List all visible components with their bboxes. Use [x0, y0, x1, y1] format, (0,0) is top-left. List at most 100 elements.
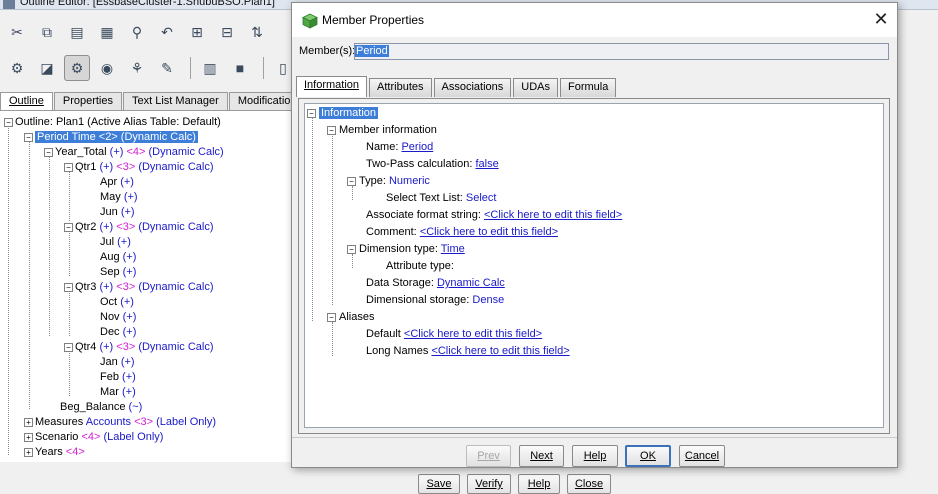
next-button[interactable]: Next	[519, 445, 564, 467]
prev-button[interactable]: Prev	[466, 445, 511, 467]
data-storage-value[interactable]: Dynamic Calc	[437, 277, 505, 289]
tree-item-beg-balance[interactable]: Beg_Balance (~)	[60, 400, 142, 415]
tree-item-jul[interactable]: Jul (+)	[100, 235, 131, 250]
tree-node-aliases[interactable]: − Aliases	[327, 310, 374, 324]
tab-information[interactable]: Information	[296, 76, 368, 97]
tree-item-may[interactable]: May (+)	[100, 190, 138, 205]
tree-connector	[69, 231, 70, 276]
tree-item-jan[interactable]: Jan (+)	[100, 355, 135, 370]
dimensional-storage-value[interactable]: Dense	[472, 294, 504, 306]
undo-icon[interactable]: ↶	[154, 19, 180, 45]
tree-node-information[interactable]: − Information	[307, 106, 379, 120]
cancel-button[interactable]: Cancel	[679, 445, 725, 467]
prop-name: Name: Period	[366, 141, 434, 153]
expand-icon[interactable]: +	[24, 448, 33, 457]
collapse-icon[interactable]: −	[44, 148, 53, 157]
add-child-icon[interactable]: ⊟	[214, 19, 240, 45]
tree-item-qtr2[interactable]: − Qtr2 (+) <3> (Dynamic Calc)	[64, 220, 214, 235]
tree-node-member-information[interactable]: − Member information	[327, 123, 437, 137]
save-button[interactable]: Save	[418, 474, 460, 494]
collapse-icon[interactable]: −	[4, 118, 13, 127]
member-properties-icon[interactable]: ⚙	[64, 55, 90, 81]
tree-item-sep[interactable]: Sep (+)	[100, 265, 136, 280]
tree-item-apr[interactable]: Apr (+)	[100, 175, 134, 190]
close-icon[interactable]: ✕	[871, 9, 891, 29]
tree-item-period[interactable]: − Period Time <2> (Dynamic Calc)	[24, 130, 198, 145]
attribute-icon[interactable]: ⚙	[4, 55, 30, 81]
tab-udas[interactable]: UDAs	[513, 78, 558, 97]
collapse-icon[interactable]: −	[64, 283, 73, 292]
tree-item-aug[interactable]: Aug (+)	[100, 250, 136, 265]
tree-item-dec[interactable]: Dec (+)	[100, 325, 136, 340]
collapse-icon[interactable]: −	[24, 133, 33, 142]
assoc-format-value[interactable]: <Click here to edit this field>	[484, 209, 622, 221]
edit-icon[interactable]: ✎	[154, 55, 180, 81]
tab-text-list-manager[interactable]: Text List Manager	[123, 92, 228, 110]
tab-attributes[interactable]: Attributes	[369, 78, 432, 97]
close-button[interactable]: Close	[567, 474, 611, 494]
tree-item-scenario[interactable]: + Scenario <4> (Label Only)	[24, 430, 163, 445]
prop-type[interactable]: − Type: Numeric	[347, 174, 430, 188]
alias-long-names-value[interactable]: <Click here to edit this field>	[431, 345, 569, 357]
name-value[interactable]: Period	[401, 141, 433, 153]
expand-icon[interactable]: +	[24, 433, 33, 442]
restructure-icon[interactable]: ■	[227, 55, 253, 81]
tree-item-qtr3[interactable]: − Qtr3 (+) <3> (Dynamic Calc)	[64, 280, 214, 295]
tree-item-oct[interactable]: Oct (+)	[100, 295, 134, 310]
tab-formula[interactable]: Formula	[560, 78, 617, 97]
dialog-titlebar[interactable]: Member Properties ✕	[292, 3, 897, 37]
copy-icon[interactable]: ⧉	[34, 19, 60, 45]
member-label: Member(s):	[299, 45, 356, 57]
dimension-type-value[interactable]: Time	[441, 243, 465, 255]
collapse-icon[interactable]: −	[64, 223, 73, 232]
add-sibling-icon[interactable]: ⊞	[184, 19, 210, 45]
tree-root[interactable]: − Outline: Plan1 (Active Alias Table: Def…	[4, 115, 221, 130]
dialog-title: Member Properties	[322, 13, 425, 27]
alias-default-value[interactable]: <Click here to edit this field>	[404, 328, 542, 340]
paste-icon[interactable]: ▤	[64, 19, 90, 45]
prop-dimension-type[interactable]: − Dimension type: Time	[347, 242, 465, 256]
tab-associations[interactable]: Associations	[433, 78, 512, 97]
tree-item-qtr1[interactable]: − Qtr1 (+) <3> (Dynamic Calc)	[64, 160, 214, 175]
type-value[interactable]: Numeric	[389, 175, 430, 187]
tab-properties[interactable]: Properties	[53, 92, 122, 110]
tree-item-mar[interactable]: Mar (+)	[100, 385, 136, 400]
collapse-icon[interactable]: −	[327, 313, 336, 322]
tree-item-jun[interactable]: Jun (+)	[100, 205, 135, 220]
collapse-icon[interactable]: −	[327, 126, 336, 135]
two-pass-value[interactable]: false	[475, 158, 498, 170]
tree-item-feb[interactable]: Feb (+)	[100, 370, 136, 385]
collapse-icon[interactable]: −	[307, 109, 316, 118]
member-icon[interactable]: ◪	[34, 55, 60, 81]
panel-icon[interactable]: ▥	[197, 55, 223, 81]
tab-outline[interactable]: Outline	[0, 92, 53, 110]
calc-icon[interactable]: ⚘	[124, 55, 150, 81]
information-panel: − Information − Member information Name: P…	[298, 98, 890, 434]
member-field[interactable]: Period	[354, 43, 889, 60]
tree-item-nov[interactable]: Nov (+)	[100, 310, 136, 325]
verify-button[interactable]: Verify	[467, 474, 511, 494]
collapse-icon[interactable]: −	[64, 343, 73, 352]
tree-item-qtr4[interactable]: − Qtr4 (+) <3> (Dynamic Calc)	[64, 340, 214, 355]
member-properties-dialog: Member Properties ✕ Member(s): Period In…	[291, 2, 898, 468]
collapse-icon[interactable]: −	[64, 163, 73, 172]
help-dialog-button[interactable]: Help	[572, 445, 618, 467]
collapse-icon[interactable]: −	[347, 245, 356, 254]
expand-icon[interactable]: +	[24, 418, 33, 427]
help-button[interactable]: Help	[518, 474, 560, 494]
select-text-list-value[interactable]: Select	[466, 192, 497, 204]
tree-item-year-total[interactable]: − Year_Total (+) <4> (Dynamic Calc)	[44, 145, 224, 160]
prop-assoc-format: Associate format string: <Click here to …	[366, 209, 623, 221]
tree-item-years[interactable]: + Years <4>	[24, 445, 85, 460]
ok-button[interactable]: OK	[625, 445, 671, 467]
comment-value[interactable]: <Click here to edit this field>	[420, 226, 558, 238]
sort-icon[interactable]: ⇅	[244, 19, 270, 45]
outline-tree: − Outline: Plan1 (Active Alias Table: Def…	[0, 110, 292, 462]
dimension-icon[interactable]: ◉	[94, 55, 120, 81]
tree-item-measures[interactable]: + Measures Accounts <3> (Label Only)	[24, 415, 216, 430]
tree-connector	[352, 254, 353, 268]
cut-icon[interactable]: ✂	[4, 19, 30, 45]
paste-special-icon[interactable]: ▦	[94, 19, 120, 45]
collapse-icon[interactable]: −	[347, 177, 356, 186]
find-icon[interactable]: ⚲	[124, 19, 150, 45]
